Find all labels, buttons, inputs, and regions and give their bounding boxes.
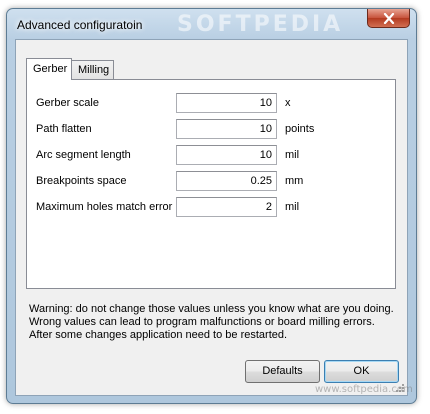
- defaults-button[interactable]: Defaults: [245, 360, 320, 383]
- site-watermark: www.softpedia.com: [315, 384, 413, 395]
- warning-line-3: After some changes application need to b…: [29, 329, 288, 341]
- ok-button[interactable]: OK: [324, 360, 399, 383]
- breakpoints-space-label: Breakpoints space: [36, 175, 127, 187]
- max-holes-match-error-input[interactable]: 2: [176, 197, 277, 217]
- breakpoints-space-unit: mm: [285, 175, 304, 187]
- softpedia-watermark: SOFTPEDIA: [177, 12, 344, 37]
- max-holes-match-error-row: Maximum holes match error 2 mil: [27, 197, 395, 219]
- close-icon: [383, 12, 394, 24]
- tab-gerber[interactable]: Gerber: [26, 58, 72, 80]
- max-holes-match-error-label: Maximum holes match error: [36, 201, 173, 213]
- path-flatten-input[interactable]: 10: [176, 119, 277, 139]
- arc-segment-length-label: Arc segment length: [36, 149, 131, 161]
- breakpoints-space-row: Breakpoints space 0.25 mm: [27, 171, 395, 193]
- gerber-scale-input[interactable]: 10: [176, 93, 277, 113]
- window-title: Advanced configuratoin: [17, 18, 143, 32]
- gerber-scale-unit: x: [285, 97, 291, 109]
- gerber-scale-row: Gerber scale 10 x: [27, 93, 395, 115]
- path-flatten-unit: points: [285, 123, 315, 135]
- arc-segment-length-input[interactable]: 10: [176, 145, 277, 165]
- warning-line-1: Warning: do not change those values unle…: [29, 303, 394, 315]
- gerber-scale-label: Gerber scale: [36, 97, 99, 109]
- max-holes-match-error-unit: mil: [285, 201, 300, 213]
- title-bar[interactable]: Advanced configuratoin SOFTPEDIA: [7, 9, 416, 39]
- warning-line-2: Wrong values can lead to program malfunc…: [29, 316, 375, 328]
- path-flatten-row: Path flatten 10 points: [27, 119, 395, 141]
- arc-segment-length-unit: mil: [285, 149, 300, 161]
- tab-milling[interactable]: Milling: [71, 60, 114, 79]
- arc-segment-length-row: Arc segment length 10 mil: [27, 145, 395, 167]
- dialog-client-area: Gerber Milling Gerber scale 10 x Path fl…: [15, 39, 408, 396]
- path-flatten-label: Path flatten: [36, 123, 92, 135]
- breakpoints-space-input[interactable]: 0.25: [176, 171, 277, 191]
- gerber-settings-panel: Gerber scale 10 x Path flatten 10 points…: [26, 79, 396, 289]
- dialog-window: Advanced configuratoin SOFTPEDIA Gerber …: [6, 8, 417, 404]
- close-button[interactable]: [367, 9, 410, 28]
- warning-text: Warning: do not change those values unle…: [29, 303, 404, 342]
